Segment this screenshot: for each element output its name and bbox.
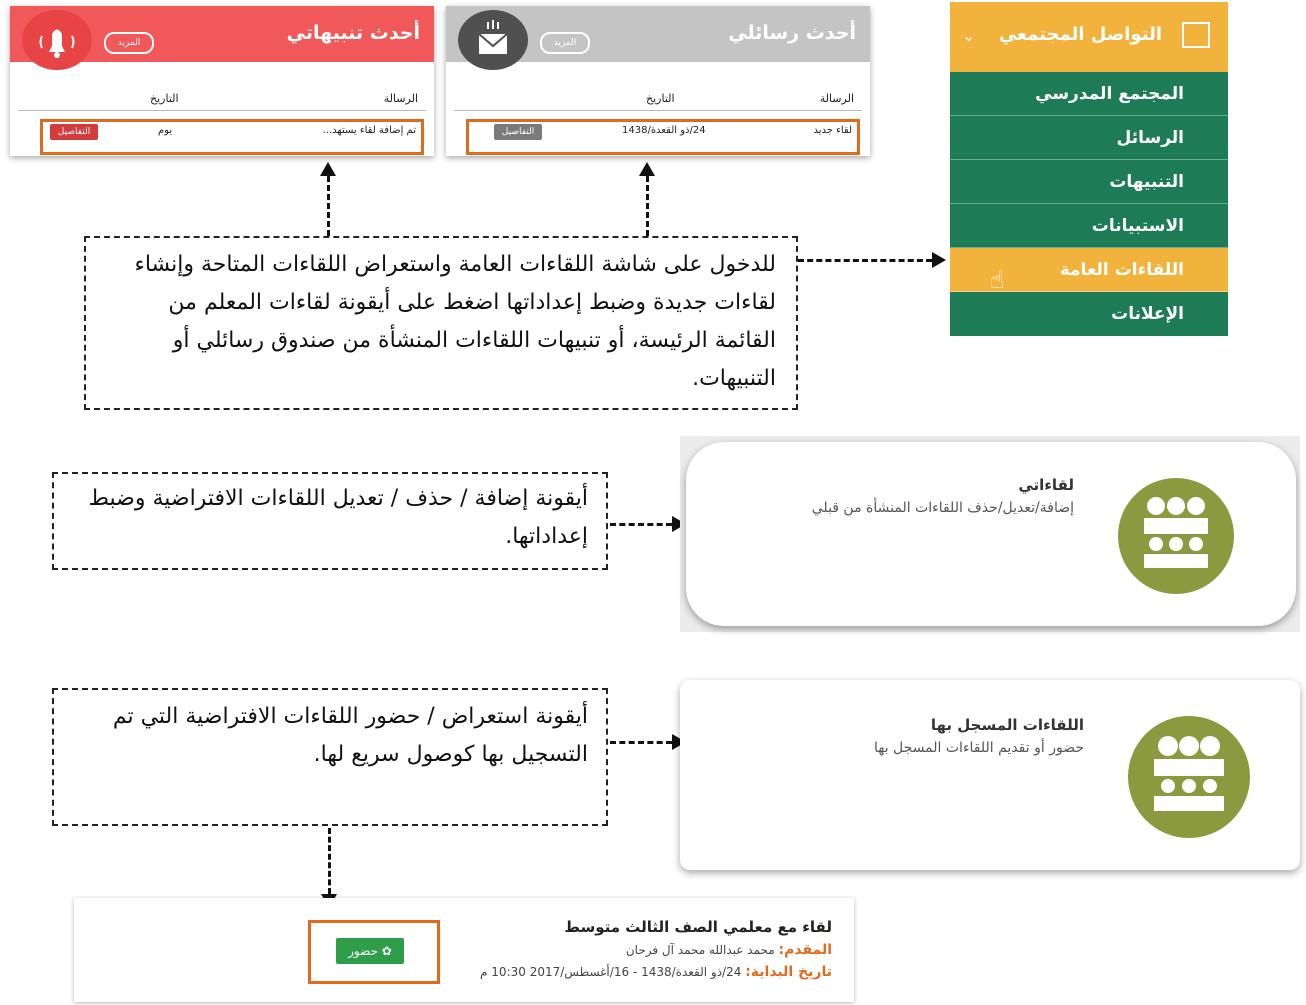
message-row-date: 24/ذو القعدة/1438 [622,125,706,136]
meeting-entry: لقاء مع معلمي الصف الثالث متوسط المقدم: … [74,898,854,1002]
message-details-button[interactable]: التفاصيل [494,124,542,140]
notification-row-date: يوم [158,125,173,136]
col-message-header: الرسالة [819,92,854,105]
presenter-label: المقدم: [778,942,832,958]
col-date-header: التاريخ [150,92,179,105]
messages-title: أحدث رسائلي [728,22,856,44]
connector [327,176,330,236]
registered-title: اللقاءات المسجل بها [930,716,1084,734]
meeting-group-icon [1128,716,1250,838]
bell-circle [22,10,92,70]
people-icon: ✿ [381,944,392,958]
col-date-header: التاريخ [646,92,675,105]
envelope-icon [478,20,508,54]
main-callout-box: للدخول على شاشة اللقاءات العامة واستعراض… [84,236,798,410]
notification-details-button[interactable]: التفاصيل [50,124,98,140]
sidebar-header[interactable]: ⌄ التواصل المجتمعي [950,2,1228,72]
sidebar-item-surveys[interactable]: الاستبيانات [950,204,1228,248]
start-label: تاريخ البداية: [745,964,832,980]
registered-meetings-card[interactable]: اللقاءات المسجل بها حضور أو تقديم اللقاء… [680,680,1300,870]
community-icon [1182,22,1210,48]
meeting-presenter: المقدم: محمد عبدالله محمد آل فرحان [626,942,832,958]
connector [610,523,672,526]
community-sidebar: ⌄ التواصل المجتمعي المجتمع المدرسي الرسا… [950,2,1228,336]
registered-callout-text: أيقونة استعراض / حضور اللقاءات الافتراضي… [112,704,588,767]
sidebar-header-label: التواصل المجتمعي [998,24,1162,45]
chevron-down-icon: ⌄ [962,26,976,45]
sidebar-item-announcements[interactable]: الإعلانات [950,292,1228,336]
mail-circle [458,10,528,70]
notifications-title: أحدث تنبيهاتي [286,22,420,44]
arrow-right [932,252,946,268]
notification-row-message: تم إضافة لقاء يستهد... [322,125,416,136]
divider [454,110,862,111]
attend-button[interactable]: ✿ حضور [336,938,404,964]
start-value: 24/ذو القعدة/1438 - 16/أغسطس/2017 10:30 … [480,965,742,979]
notifications-header: المزيد أحدث تنبيهاتي [10,6,434,70]
connector [328,828,331,894]
messages-panel: المزيد أحدث رسائلي الرسالة التاريخ لقاء … [446,6,870,156]
main-callout-text: للدخول على شاشة اللقاءات العامة واستعراض… [134,252,776,391]
bell-icon [39,29,75,58]
my-meetings-card[interactable]: لقاءاتي إضافة/تعديل/حذف اللقاءات المنشأة… [686,442,1296,626]
connector [646,176,649,236]
my-meetings-callout-text: أيقونة إضافة / حذف / تعديل اللقاءات الاف… [88,486,588,549]
hand-cursor-icon: ☝ [990,266,1005,294]
arrow-up [639,162,655,176]
meeting-group-icon [1118,478,1234,594]
meeting-start: تاريخ البداية: 24/ذو القعدة/1438 - 16/أغ… [480,964,832,980]
divider [18,110,426,111]
sidebar-item-school-community[interactable]: المجتمع المدرسي [950,72,1228,116]
registered-callout-box: أيقونة استعراض / حضور اللقاءات الافتراضي… [52,688,608,826]
connector [798,259,932,262]
notifications-more-button[interactable]: المزيد [104,32,154,54]
connector [610,741,672,744]
sidebar-item-messages[interactable]: الرسائل [950,116,1228,160]
col-message-header: الرسالة [383,92,418,105]
my-meetings-title: لقاءاتي [1018,476,1074,494]
messages-header: المزيد أحدث رسائلي [446,6,870,70]
attend-button-label: حضور [348,944,378,958]
notifications-panel: المزيد أحدث تنبيهاتي الرسالة التاريخ تم … [10,6,434,156]
my-meetings-callout-box: أيقونة إضافة / حذف / تعديل اللقاءات الاف… [52,472,608,570]
meeting-title: لقاء مع معلمي الصف الثالث متوسط [564,918,832,936]
my-meetings-subtitle: إضافة/تعديل/حذف اللقاءات المنشأة من قبلي [811,500,1074,516]
messages-more-button[interactable]: المزيد [540,32,590,54]
registered-subtitle: حضور أو تقديم اللقاءات المسجل بها [873,740,1084,756]
message-row-subject: لقاء جديد [813,125,853,136]
arrow-up [320,162,336,176]
sidebar-item-notifications[interactable]: التنبيهات [950,160,1228,204]
presenter-value: محمد عبدالله محمد آل فرحان [625,943,775,957]
